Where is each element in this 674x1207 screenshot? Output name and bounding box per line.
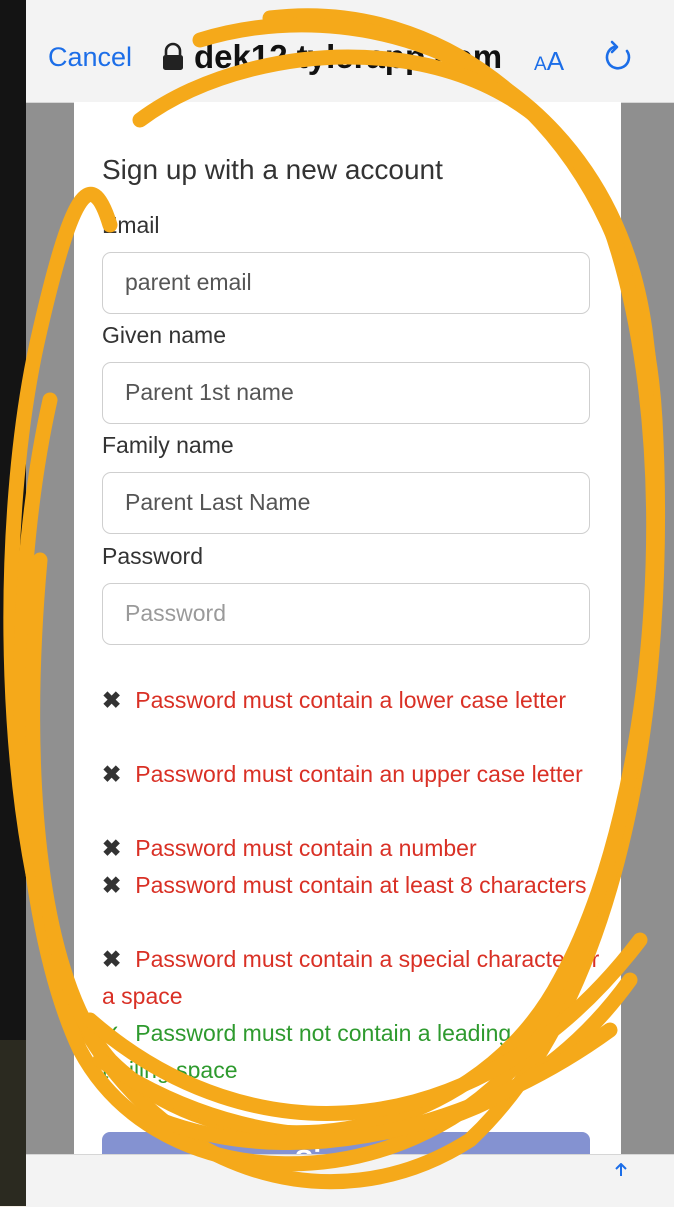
reader-text-size-button[interactable]: AA: [534, 46, 564, 77]
password-field[interactable]: Password: [102, 583, 590, 645]
password-rule-number: ✖ Password must contain a number: [102, 830, 602, 867]
fail-x-icon: ✖: [102, 687, 122, 713]
password-rule-lowercase: ✖ Password must contain a lower case lett…: [102, 682, 602, 719]
lock-icon: [163, 42, 183, 70]
cancel-button[interactable]: Cancel: [48, 42, 132, 73]
email-field[interactable]: parent email: [102, 252, 590, 314]
background-edge: [0, 0, 26, 1206]
share-icon[interactable]: [611, 1163, 631, 1177]
aa-big-glyph: A: [546, 46, 565, 76]
family-name-field[interactable]: Parent Last Name: [102, 472, 590, 534]
password-label: Password: [102, 543, 203, 569]
password-rule-special: ✖ Password must contain a special charact…: [102, 941, 602, 1015]
check-icon: ✓: [102, 1020, 122, 1046]
given-name-field[interactable]: Parent 1st name: [102, 362, 590, 424]
page-gutter-left: [26, 102, 74, 1154]
password-rule-no-leading-space: ✓ Password must not contain a leading or …: [102, 1015, 602, 1089]
rule-text: Password must contain a lower case lette…: [135, 687, 567, 713]
rule-text: Password must contain a special characte…: [102, 946, 600, 1009]
browser-top-bar: Cancel dek12.tylerapp.com AA: [26, 0, 674, 103]
password-rule-uppercase: ✖ Password must contain an upper case let…: [102, 756, 602, 793]
rule-text: Password must not contain a leading or t…: [102, 1020, 539, 1083]
signup-form-card: Sign up with a new account Email parent …: [74, 102, 621, 1188]
rule-text: Password must contain an upper case lett…: [135, 761, 583, 787]
reload-icon[interactable]: [602, 40, 636, 74]
rule-text: Password must contain at least 8 charact…: [135, 872, 587, 898]
rule-text: Password must contain a number: [135, 835, 477, 861]
form-heading: Sign up with a new account: [102, 154, 443, 185]
email-label: Email: [102, 212, 160, 238]
password-rule-length: ✖ Password must contain at least 8 charac…: [102, 867, 602, 904]
page-gutter-right: [621, 102, 674, 1154]
browser-bottom-bar: [26, 1154, 674, 1207]
aa-small-glyph: A: [534, 54, 547, 75]
given-name-label: Given name: [102, 322, 227, 348]
address-bar-url[interactable]: dek12.tylerapp.com: [194, 38, 502, 76]
phone-screen: Cancel dek12.tylerapp.com AA Sign up wit…: [0, 0, 674, 1207]
fail-x-icon: ✖: [102, 872, 122, 898]
fail-x-icon: ✖: [102, 835, 122, 861]
fail-x-icon: ✖: [102, 761, 122, 787]
fail-x-icon: ✖: [102, 946, 122, 972]
family-name-label: Family name: [102, 432, 234, 458]
